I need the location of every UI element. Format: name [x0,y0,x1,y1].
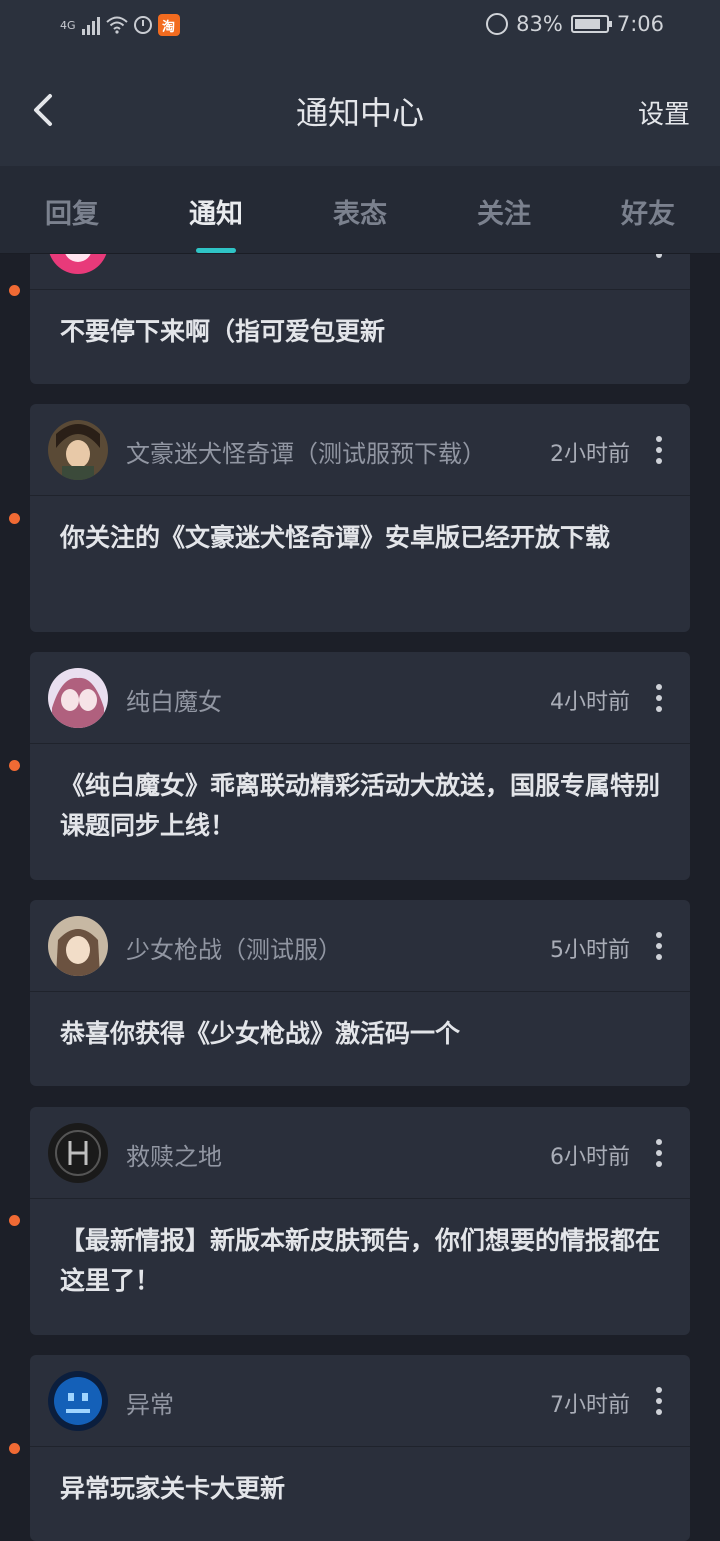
avatar[interactable] [48,1371,108,1431]
notification-text: 异常玩家关卡大更新 [60,1474,286,1503]
notification-card[interactable]: 救赎之地 6小时前 【最新情报】新版本新皮肤预告，你们想要的情报都在这里了！ [30,1107,690,1335]
tab-friends[interactable]: 好友 [621,192,675,231]
unread-dot [9,285,20,296]
app-header: 通知中心 设置 [0,56,720,166]
notification-card[interactable]: 异常 7小时前 异常玩家关卡大更新 [30,1355,690,1541]
source-name: 少女枪战（测试服） [126,936,342,964]
notification-card[interactable]: 不要停下来啊（指可爱包更新 [30,254,690,384]
status-right: 83% 7:06 [486,12,664,36]
alarm-icon [133,16,152,34]
status-left: 4G 淘 [60,14,180,36]
timestamp: 5小时前 [550,938,630,963]
unread-dot [9,1443,20,1454]
source-name: 纯白魔女 [126,688,222,716]
card-header: 少女枪战（测试服） 5小时前 [30,900,690,992]
unread-dot [9,1215,20,1226]
source-name: 异常 [126,1391,174,1419]
page-title: 通知中心 [295,94,424,132]
avatar[interactable] [48,420,108,480]
settings-button[interactable]: 设置 [638,94,690,131]
tab-follow[interactable]: 关注 [477,192,531,231]
more-options-icon[interactable] [656,932,662,960]
rotation-lock-icon [486,13,509,35]
avatar[interactable] [48,254,108,274]
notification-text: 恭喜你获得《少女枪战》激活码一个 [60,1019,461,1048]
more-options-icon[interactable] [656,684,662,712]
network-type: 4G [60,18,76,32]
active-tab-indicator [196,248,236,253]
notification-text: 不要停下来啊（指可爱包更新 [60,317,386,346]
card-header: 异常 7小时前 [30,1355,690,1447]
signal-icon [81,15,100,35]
battery-percent: 83% [516,12,563,36]
more-options-icon[interactable] [656,1387,662,1415]
notification-text: 《纯白魔女》乖离联动精彩活动大放送，国服专属特别课题同步上线！ [60,771,661,840]
tab-reply[interactable]: 回复 [45,192,99,231]
notification-text: 你关注的《文豪迷犬怪奇谭》安卓版已经开放下载 [60,523,611,552]
card-header [30,254,690,290]
card-header: 纯白魔女 4小时前 [30,652,690,744]
battery-icon [570,15,612,33]
timestamp: 2小时前 [550,442,630,467]
notification-card[interactable]: 文豪迷犬怪奇谭（测试服预下载） 2小时前 你关注的《文豪迷犬怪奇谭》安卓版已经开… [30,404,690,632]
avatar[interactable] [48,916,108,976]
timestamp: 6小时前 [550,1145,630,1170]
unread-dot [9,513,20,524]
timestamp: 4小时前 [550,690,630,715]
status-bar: 4G 淘 83% 7:06 [0,0,720,56]
tab-notification[interactable]: 通知 [189,192,243,231]
notification-card[interactable]: 纯白魔女 4小时前 《纯白魔女》乖离联动精彩活动大放送，国服专属特别课题同步上线… [30,652,690,880]
unread-dot [9,760,20,771]
timestamp: 7小时前 [550,1393,630,1418]
clock: 7:06 [616,12,664,36]
wifi-icon [105,16,128,34]
source-name: 文豪迷犬怪奇谭（测试服预下载） [126,440,486,468]
tab-bar: 回复 通知 表态 关注 好友 [0,166,720,254]
tab-reaction[interactable]: 表态 [333,192,387,231]
card-header: 救赎之地 6小时前 [30,1107,690,1199]
more-options-icon[interactable] [656,254,662,258]
card-header: 文豪迷犬怪奇谭（测试服预下载） 2小时前 [30,404,690,496]
avatar[interactable] [48,1123,108,1183]
taobao-app-icon: 淘 [157,14,180,36]
more-options-icon[interactable] [656,1139,662,1167]
notification-list[interactable]: 不要停下来啊（指可爱包更新 文豪迷犬怪奇谭（测试服预下载） 2小时前 你关注的《… [0,254,720,1541]
notification-text: 【最新情报】新版本新皮肤预告，你们想要的情报都在这里了！ [60,1226,661,1295]
notification-card[interactable]: 少女枪战（测试服） 5小时前 恭喜你获得《少女枪战》激活码一个 [30,900,690,1086]
more-options-icon[interactable] [656,436,662,464]
avatar[interactable] [48,668,108,728]
source-name: 救赎之地 [126,1143,222,1171]
